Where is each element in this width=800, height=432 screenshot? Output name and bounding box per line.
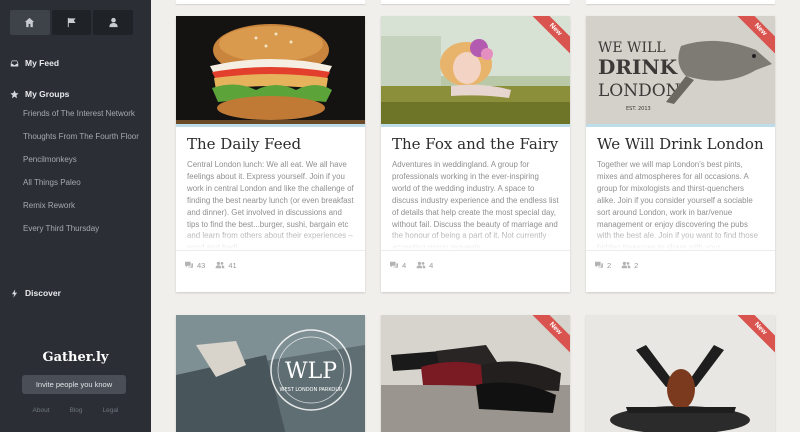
new-badge: New xyxy=(731,16,775,60)
parkour-photo: WLP WEST LONDON PARKOUR xyxy=(176,315,365,432)
footer-links: About Blog Legal xyxy=(0,407,151,414)
star-icon xyxy=(10,89,19,98)
sidebar-my-groups-label: My Groups xyxy=(25,89,70,99)
sidebar-item-group[interactable]: Friends of The Interest Network xyxy=(23,108,143,120)
inbox-icon xyxy=(10,60,19,66)
lightning-icon xyxy=(11,288,18,298)
brand-logo: Gather.ly xyxy=(42,350,109,365)
group-card[interactable]: New The Fox and the Fairy Adventures in … xyxy=(381,16,570,292)
footer-link-blog[interactable]: Blog xyxy=(70,407,83,414)
card-stats: 2 2 xyxy=(586,250,775,279)
card-title[interactable]: The Fox and the Fairy xyxy=(381,127,570,155)
flag-icon xyxy=(67,17,76,28)
members-count[interactable]: 2 xyxy=(621,261,638,270)
comments-count[interactable]: 4 xyxy=(389,261,406,270)
comments-icon xyxy=(595,261,603,269)
card-stats: 4 4 xyxy=(381,250,570,279)
sidebar-item-group[interactable]: All Things Paleo xyxy=(23,177,143,189)
new-badge: New xyxy=(526,16,570,60)
previous-card-edge xyxy=(381,0,570,4)
poster-text: LONDON xyxy=(598,81,681,101)
sidebar-my-groups[interactable]: My Groups xyxy=(10,89,69,99)
sidebar-item-group[interactable]: Remix Rework xyxy=(23,200,143,212)
sidebar-discover-label: Discover xyxy=(25,288,61,298)
poster-text: DRINK xyxy=(598,55,678,79)
nav-tab-flag[interactable] xyxy=(51,10,92,35)
card-description: Central London lunch: We all eat. We all… xyxy=(176,155,365,250)
image-text: WLP xyxy=(285,359,337,384)
comments-icon xyxy=(390,261,398,269)
members-count[interactable]: 41 xyxy=(215,261,237,270)
home-icon xyxy=(25,17,35,28)
group-card[interactable]: The Daily Feed Central London lunch: We … xyxy=(176,16,365,292)
comments-count[interactable]: 2 xyxy=(594,261,611,270)
comments-count[interactable]: 43 xyxy=(184,261,205,270)
comments-icon xyxy=(185,261,193,269)
card-title[interactable]: The Daily Feed xyxy=(176,127,365,155)
group-card[interactable]: New xyxy=(381,315,570,432)
sidebar-top-nav xyxy=(10,10,134,35)
sidebar-item-group[interactable]: Every Third Thursday xyxy=(23,223,143,235)
main-content: The Daily Feed Central London lunch: We … xyxy=(151,0,800,432)
nav-tab-home[interactable] xyxy=(10,10,50,35)
user-icon xyxy=(109,17,118,28)
members-icon xyxy=(416,261,426,269)
new-badge: New xyxy=(731,315,775,359)
sidebar-my-feed-label: My Feed xyxy=(25,58,60,68)
group-card[interactable]: WE WILL DRINK LONDON EST. 2013 New We Wi… xyxy=(586,16,775,292)
members-icon xyxy=(621,261,631,269)
footer-link-about[interactable]: About xyxy=(33,407,50,414)
poster-text: WE WILL xyxy=(598,40,666,56)
sidebar-my-feed[interactable]: My Feed xyxy=(10,58,59,68)
card-stats: 43 41 xyxy=(176,250,365,279)
group-card[interactable]: New xyxy=(586,315,775,432)
members-count[interactable]: 4 xyxy=(416,261,433,270)
card-description: Together we will map London's best pints… xyxy=(586,155,775,250)
burger-photo xyxy=(176,16,365,124)
sidebar-discover[interactable]: Discover xyxy=(10,288,61,298)
groups-list: Friends of The Interest Network Thoughts… xyxy=(23,108,143,246)
group-card[interactable]: WLP WEST LONDON PARKOUR xyxy=(176,315,365,432)
invite-button[interactable]: Invite people you know xyxy=(22,375,126,394)
members-icon xyxy=(215,261,225,269)
image-text: WEST LONDON PARKOUR xyxy=(280,387,344,393)
card-title[interactable]: We Will Drink London xyxy=(586,127,775,155)
poster-text: EST. 2013 xyxy=(626,106,651,112)
new-badge: New xyxy=(526,315,570,359)
sidebar-item-group[interactable]: Pencilmonkeys xyxy=(23,154,143,166)
nav-tab-profile[interactable] xyxy=(93,10,134,35)
card-description: Adventures in weddingland. A group for p… xyxy=(381,155,570,250)
card-image xyxy=(176,16,365,127)
sidebar: My Feed My Groups Friends of The Interes… xyxy=(0,0,151,432)
previous-card-edge xyxy=(176,0,365,4)
sidebar-item-group[interactable]: Thoughts From The Fourth Floor xyxy=(23,131,143,143)
footer-link-legal[interactable]: Legal xyxy=(103,407,119,414)
card-image: WE WILL DRINK LONDON EST. 2013 New xyxy=(586,16,775,127)
card-image: New xyxy=(381,16,570,127)
previous-card-edge xyxy=(586,0,775,4)
